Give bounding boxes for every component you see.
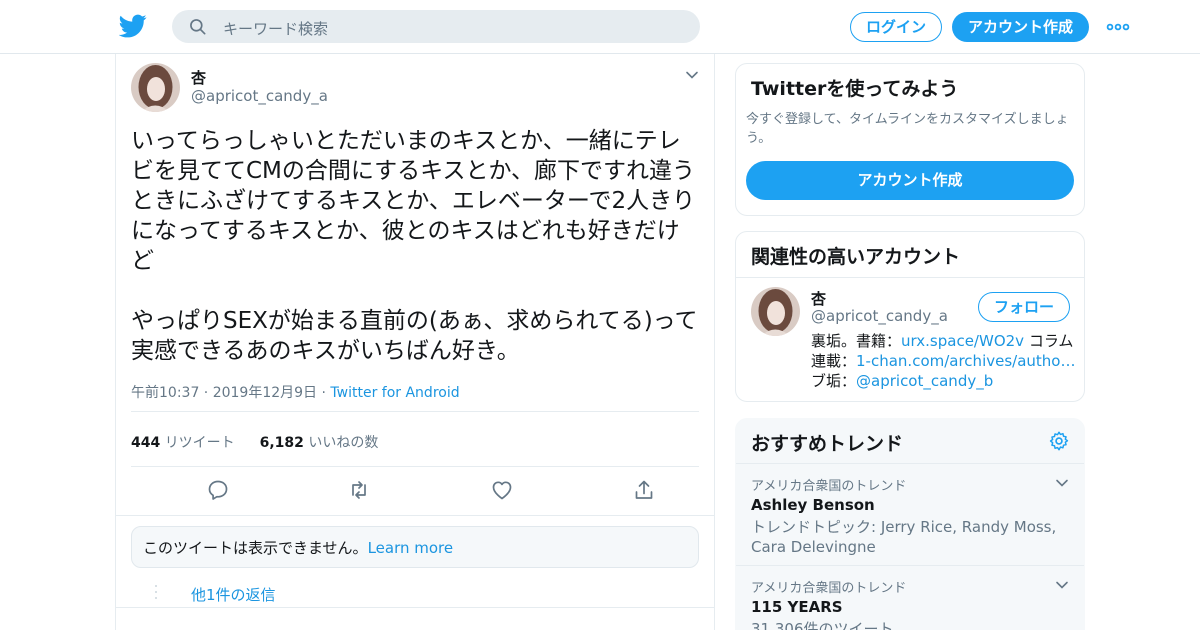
unavailable-tweet-notice: このツイートは表示できません。Learn more (131, 526, 699, 568)
signup-card-description: 今すぐ登録して、タイムラインをカスタマイズしましょう。 (746, 112, 1069, 146)
search-icon (190, 19, 206, 35)
chevron-down-icon[interactable] (1054, 577, 1070, 593)
related-account-name[interactable]: 杏 (811, 288, 826, 309)
avatar-portrait-icon (751, 287, 800, 336)
more-options-icon[interactable] (1106, 18, 1130, 36)
trend-subtitle: トレンドトピック: Jerry Rice, Randy Moss, Cara D… (751, 518, 1057, 556)
avatar-portrait-icon (131, 63, 180, 112)
divider (116, 607, 714, 608)
chevron-down-icon[interactable] (684, 67, 700, 83)
bio-text: サ (1075, 352, 1076, 370)
divider (131, 411, 699, 412)
author-name[interactable]: 杏 (191, 67, 206, 88)
tweet-stats: 444 リツイート 6,182 いいねの数 (131, 432, 378, 452)
trends-title: おすすめトレンド (751, 433, 904, 455)
related-account-bio: 裏垢。書籍：urx.space/WO2v コラム 連載：1-chan.com/a… (811, 331, 1076, 391)
divider (736, 277, 1084, 278)
tweet-column: 杏 @apricot_candy_a いってらっしゃいとただいまのキスとか、一緒… (115, 54, 715, 630)
like-stat[interactable]: 6,182 いいねの数 (260, 435, 379, 451)
bio-text: 裏垢。書籍： (811, 332, 902, 350)
divider (131, 466, 699, 467)
trend-name: Ashley Benson (751, 496, 875, 514)
bio-link[interactable]: urx.space/WO2v (901, 332, 1024, 350)
bio-link[interactable]: 1-chan.com/archives/autho… (856, 352, 1075, 370)
related-accounts-title: 関連性の高いアカウント (751, 246, 961, 268)
signup-card: Twitterを使ってみよう 今すぐ登録して、タイムラインをカスタマイズしましょ… (735, 63, 1085, 216)
search-input[interactable]: キーワード検索 (223, 18, 328, 39)
related-account-avatar[interactable] (751, 287, 800, 336)
tweet-meta: 午前10:37 · 2019年12月9日 · Twitter for Andro… (131, 382, 460, 402)
author-avatar[interactable] (131, 63, 180, 112)
reply-icon[interactable] (206, 478, 230, 502)
author-handle[interactable]: @apricot_candy_a (191, 87, 328, 105)
heart-icon[interactable] (490, 478, 514, 502)
signup-card-title: Twitterを使ってみよう (751, 78, 959, 100)
bio-text: 連載： (811, 352, 857, 370)
divider (116, 515, 714, 516)
tweet-text: いってらっしゃいとただいまのキスとか、一緒にテレビを見ててCMの合間にするキスと… (131, 128, 698, 364)
tweet-source-link[interactable]: Twitter for Android (330, 385, 459, 401)
like-count: 6,182 (259, 435, 304, 451)
retweet-stat[interactable]: 444 リツイート (131, 435, 235, 451)
more-replies-link[interactable]: 他1件の返信 (191, 584, 276, 605)
create-account-button[interactable]: アカウント作成 (746, 161, 1074, 200)
gear-icon[interactable] (1048, 430, 1070, 452)
trend-context: アメリカ合衆国のトレンド (751, 479, 907, 494)
bio-mention-link[interactable]: @apricot_candy_b (856, 372, 993, 390)
meta-separator: · (317, 385, 331, 401)
trend-subtitle: 31,306件のツイート (751, 620, 894, 630)
related-account-handle[interactable]: @apricot_candy_a (811, 307, 948, 325)
trend-item[interactable]: アメリカ合衆国のトレンド Ashley Benson トレンドトピック: Jer… (736, 463, 1084, 566)
trends-card: おすすめトレンド アメリカ合衆国のトレンド Ashley Benson トレンド… (735, 418, 1085, 630)
twitter-bird-logo-icon[interactable] (119, 12, 147, 40)
bio-text: コラム (1024, 332, 1074, 350)
share-icon[interactable] (632, 478, 656, 502)
retweet-label: リツイート (164, 435, 235, 451)
trend-context: アメリカ合衆国のトレンド (751, 581, 907, 596)
follow-button[interactable]: フォロー (978, 292, 1070, 322)
tweet-timestamp[interactable]: 午前10:37 · 2019年12月9日 (131, 385, 317, 401)
retweet-count: 444 (131, 435, 161, 451)
tweet-actions (131, 478, 699, 504)
related-accounts-card: 関連性の高いアカウント 杏 @apricot_candy_a フォロー 裏垢。書… (735, 231, 1085, 402)
chevron-down-icon[interactable] (1054, 475, 1070, 491)
like-label: いいねの数 (308, 435, 379, 451)
retweet-icon[interactable] (347, 478, 371, 502)
learn-more-link[interactable]: Learn more (368, 539, 454, 557)
unavailable-text: このツイートは表示できません。 (143, 539, 368, 557)
search-box[interactable]: キーワード検索 (172, 10, 700, 43)
trend-item[interactable]: アメリカ合衆国のトレンド 115 YEARS 31,306件のツイート (736, 565, 1084, 630)
login-button[interactable]: ログイン (850, 12, 942, 42)
thread-dots-icon (155, 585, 157, 599)
signup-button[interactable]: アカウント作成 (952, 12, 1089, 42)
top-navigation-bar: キーワード検索 ログイン アカウント作成 (0, 0, 1200, 54)
bio-text: ブ垢： (811, 372, 857, 390)
trend-name: 115 YEARS (751, 598, 843, 616)
